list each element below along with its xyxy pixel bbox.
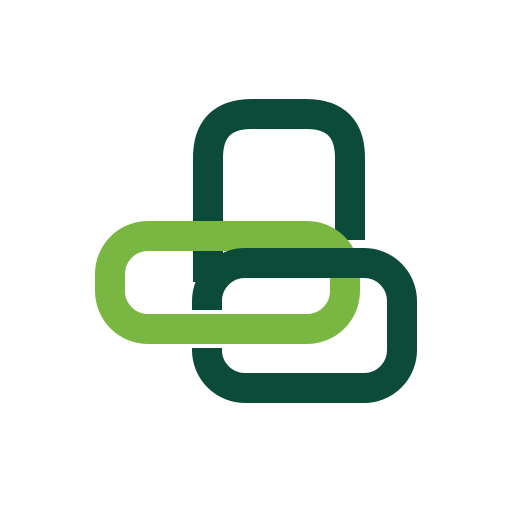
interlocking-links-icon: [95, 99, 417, 403]
logo-canvas: [0, 0, 512, 512]
